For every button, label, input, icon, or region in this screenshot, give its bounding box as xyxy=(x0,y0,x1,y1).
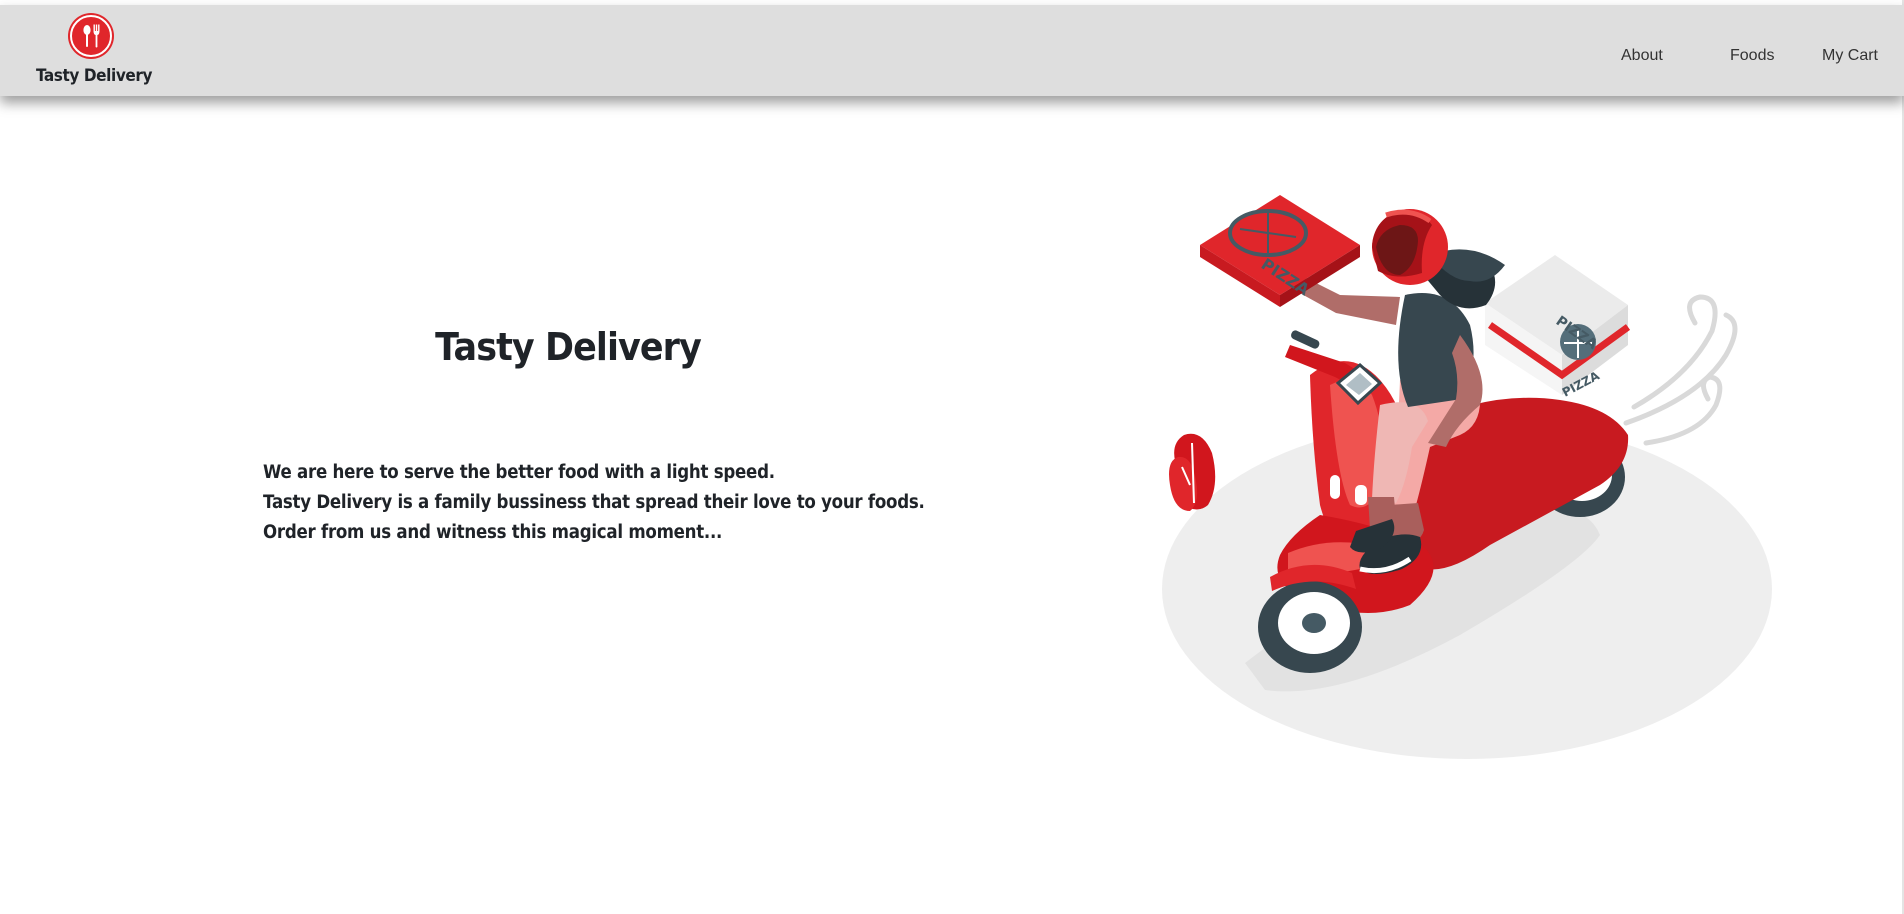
page: Tasty Delivery About Foods My Cart Tasty… xyxy=(0,0,1904,914)
scooter-pizza-delivery-illustration: PIZZA PIZZA PIZZA xyxy=(1162,195,1772,759)
brand-name: Tasty Delivery xyxy=(36,66,153,86)
nav-link-foods[interactable]: Foods xyxy=(1730,47,1774,65)
hero-line-1: We are here to serve the better food wit… xyxy=(263,462,775,483)
rider-helmet xyxy=(1372,209,1448,285)
plant-decoration xyxy=(1169,433,1216,511)
hero-line-3: Order from us and witness this magical m… xyxy=(263,522,723,543)
wind-lines xyxy=(1623,294,1738,446)
held-pizza-box: PIZZA xyxy=(1200,195,1360,307)
nav-link-my-cart[interactable]: My Cart xyxy=(1822,47,1878,65)
brand[interactable]: Tasty Delivery xyxy=(36,15,153,86)
nav-link-about[interactable]: About xyxy=(1621,47,1663,65)
delivery-box: PIZZA PIZZA xyxy=(1485,255,1631,400)
hero-description: We are here to serve the better food wit… xyxy=(263,458,925,548)
front-wheel xyxy=(1258,564,1362,673)
hero-title: Tasty Delivery xyxy=(435,325,702,369)
utensils-icon xyxy=(70,15,112,57)
navbar: Tasty Delivery About Foods My Cart xyxy=(0,5,1904,96)
hero-line-2: Tasty Delivery is a family bussiness tha… xyxy=(263,492,925,513)
